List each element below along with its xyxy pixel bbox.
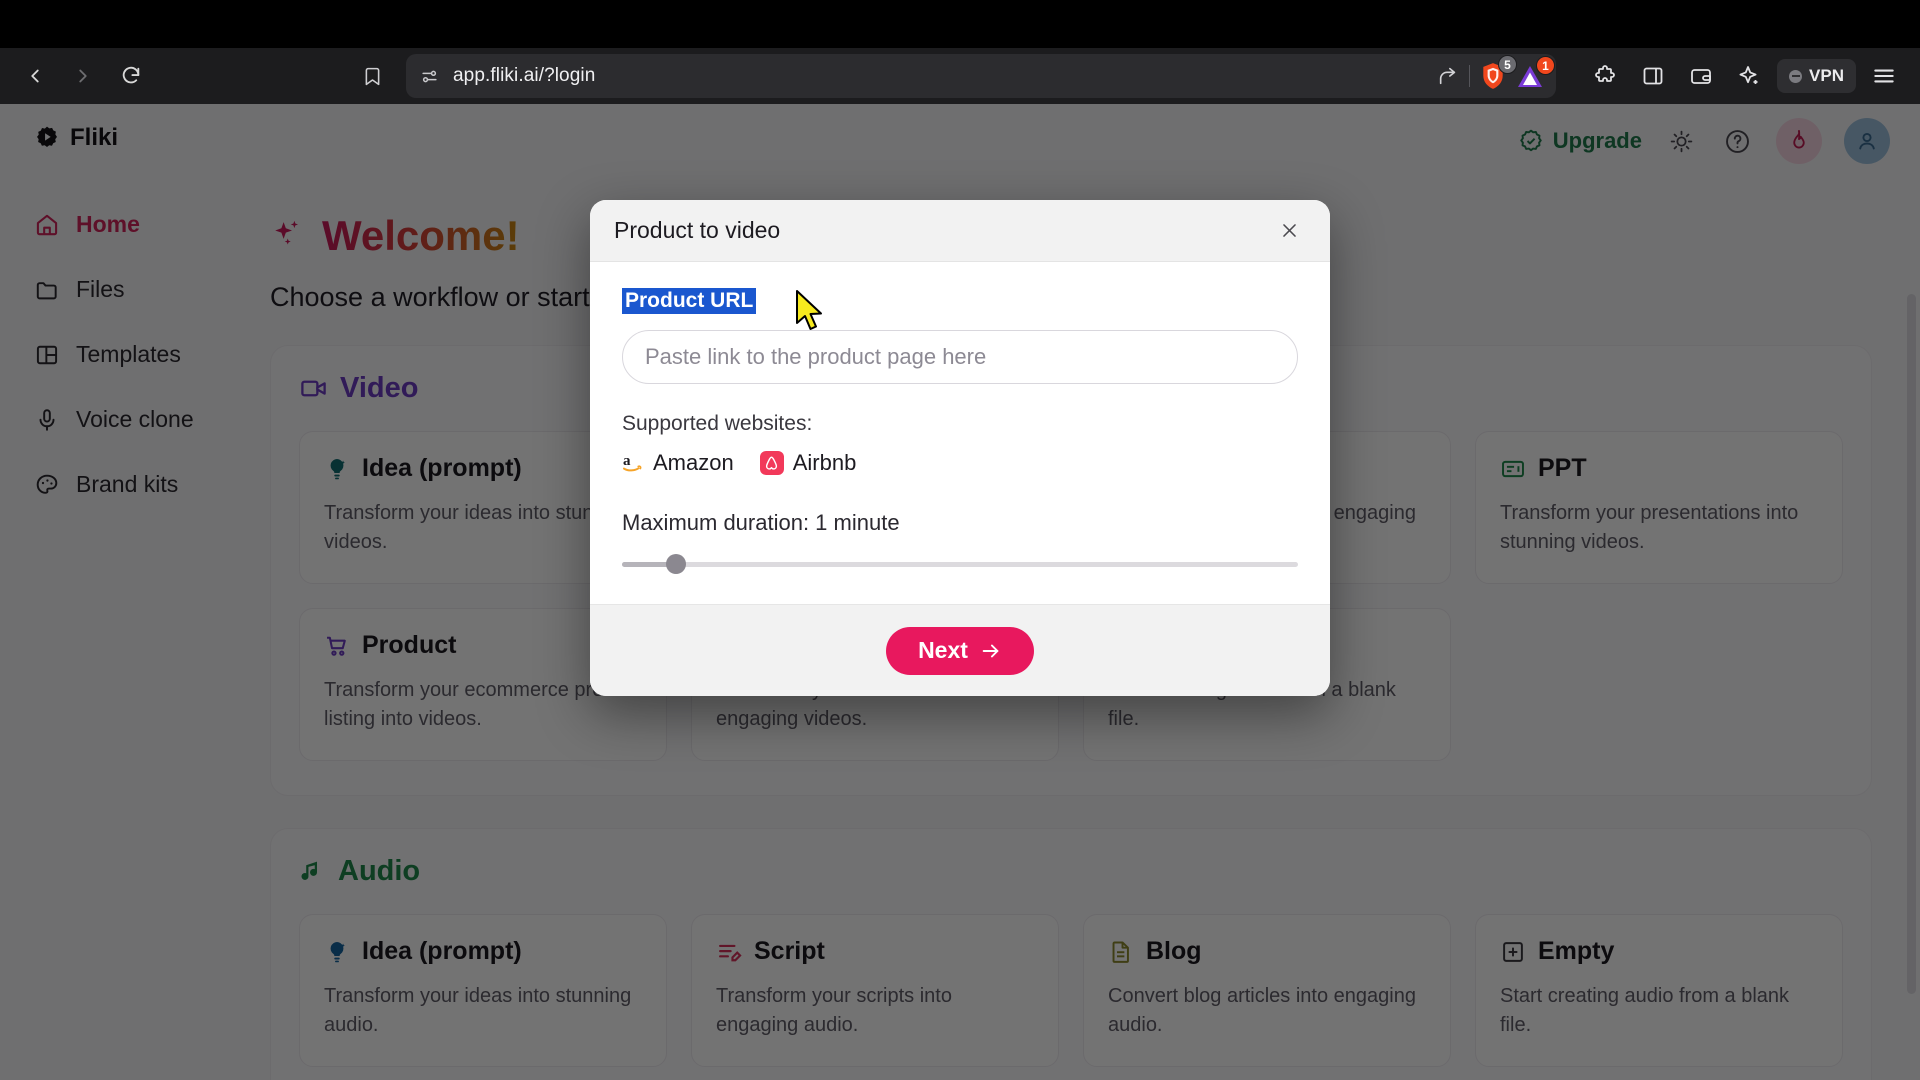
svg-text:a: a	[623, 453, 631, 469]
supported-site-amazon: a Amazon	[622, 450, 734, 476]
address-bar-actions: 5 1	[1437, 55, 1555, 90]
product-url-label: Product URL	[622, 288, 757, 314]
supported-site-name: Amazon	[653, 450, 734, 475]
dialog-body: Product URL Supported websites: a Amazon…	[590, 262, 1330, 604]
wallet-icon[interactable]	[1681, 56, 1721, 96]
amazon-icon: a	[622, 451, 644, 475]
product-to-video-dialog: Product to video Product URL Supported w…	[590, 200, 1330, 696]
dialog-header: Product to video	[590, 200, 1330, 262]
hamburger-menu-icon[interactable]	[1864, 56, 1904, 96]
max-duration-label: Maximum duration: 1 minute	[622, 510, 900, 535]
shields-count-badge: 5	[1498, 55, 1517, 74]
sparkle-ai-icon[interactable]	[1729, 56, 1769, 96]
address-bar[interactable]: app.fliki.ai/?login 5 1	[406, 54, 1556, 98]
max-duration-slider[interactable]	[622, 554, 1298, 574]
toolbar-divider	[1469, 65, 1470, 87]
url-text: app.fliki.ai/?login	[453, 65, 596, 86]
puzzle-icon[interactable]	[1585, 56, 1625, 96]
brave-shields-button[interactable]: 5	[1480, 55, 1517, 90]
vpn-label: VPN	[1809, 66, 1844, 85]
supported-websites-list: a Amazon Airbnb	[622, 450, 1298, 476]
airbnb-icon	[759, 451, 784, 475]
share-icon[interactable]	[1437, 65, 1459, 87]
slider-thumb[interactable]	[666, 554, 687, 574]
close-icon[interactable]	[1272, 214, 1306, 248]
browser-toolbar: app.fliki.ai/?login 5 1 VPN	[0, 48, 1920, 104]
extension-button[interactable]: 1	[1516, 56, 1555, 89]
site-settings-icon[interactable]	[420, 67, 439, 86]
vpn-status-icon	[1789, 69, 1803, 83]
supported-websites-label: Supported websites:	[622, 412, 813, 435]
slider-track	[622, 562, 1298, 567]
supported-site-airbnb: Airbnb	[759, 450, 857, 476]
arrow-right-icon	[982, 644, 999, 657]
reload-button[interactable]	[110, 55, 152, 97]
dialog-footer: Next	[590, 604, 1330, 696]
forward-button[interactable]	[62, 55, 104, 97]
next-button[interactable]: Next	[886, 626, 1034, 675]
browser-toolbar-right: VPN	[1585, 56, 1904, 96]
sidebar-panel-icon[interactable]	[1633, 56, 1673, 96]
dialog-title: Product to video	[614, 217, 781, 243]
screen: app.fliki.ai/?login 5 1 VPN Product to v…	[0, 0, 1920, 1080]
next-label: Next	[918, 637, 968, 663]
supported-site-name: Airbnb	[792, 450, 857, 475]
extension-count-badge: 1	[1536, 56, 1555, 75]
back-button[interactable]	[14, 55, 56, 97]
vpn-button[interactable]: VPN	[1777, 59, 1856, 93]
product-url-input[interactable]	[622, 330, 1298, 384]
browser-nav-buttons	[14, 55, 152, 97]
bookmark-icon[interactable]	[352, 56, 392, 96]
